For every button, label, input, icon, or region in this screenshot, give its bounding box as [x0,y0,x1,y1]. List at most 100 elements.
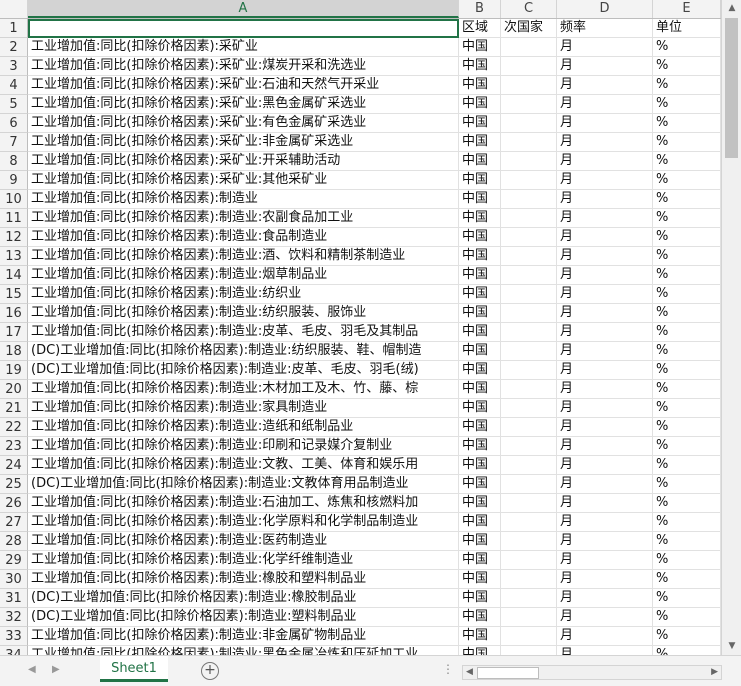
column-header-c[interactable]: C [501,0,557,18]
cell-c[interactable] [501,38,557,57]
row-header[interactable]: 3 [0,57,28,76]
cell-d[interactable]: 月 [557,76,653,95]
cell-d[interactable]: 月 [557,247,653,266]
cell-c[interactable]: 次国家 [501,19,557,38]
cell-c[interactable] [501,247,557,266]
cell-c[interactable] [501,608,557,627]
row-header[interactable]: 33 [0,627,28,646]
cell-b[interactable]: 中国 [459,114,501,133]
cell-e[interactable]: % [653,437,721,456]
row-header[interactable]: 29 [0,551,28,570]
cell-b[interactable]: 中国 [459,133,501,152]
cell-c[interactable] [501,171,557,190]
row-header[interactable]: 19 [0,361,28,380]
row-header[interactable]: 11 [0,209,28,228]
cell-e[interactable]: % [653,627,721,646]
horizontal-scroll-thumb[interactable] [477,667,539,679]
cell-e[interactable]: % [653,456,721,475]
cell-a[interactable]: 工业增加值:同比(扣除价格因素):采矿业:其他采矿业 [28,171,459,190]
cell-d[interactable]: 月 [557,475,653,494]
cell-b[interactable]: 中国 [459,513,501,532]
cell-e[interactable]: % [653,304,721,323]
cell-b[interactable]: 中国 [459,589,501,608]
cell-a[interactable]: 工业增加值:同比(扣除价格因素):制造业:烟草制品业 [28,266,459,285]
scroll-down-arrow-icon[interactable]: ▼ [722,638,741,655]
cell-e[interactable]: % [653,589,721,608]
cell-c[interactable] [501,418,557,437]
cell-d[interactable]: 月 [557,285,653,304]
cell-e[interactable]: % [653,380,721,399]
row-header[interactable]: 8 [0,152,28,171]
cell-a[interactable]: 工业增加值:同比(扣除价格因素):制造业:化学原料和化学制品制造业 [28,513,459,532]
cell-a[interactable]: 工业增加值:同比(扣除价格因素):制造业:化学纤维制造业 [28,551,459,570]
cell-a[interactable]: 工业增加值:同比(扣除价格因素):采矿业:黑色金属矿采选业 [28,95,459,114]
row-header[interactable]: 1 [0,19,28,38]
cell-e[interactable]: % [653,57,721,76]
row-header[interactable]: 5 [0,95,28,114]
cell-b[interactable]: 中国 [459,323,501,342]
row-header[interactable]: 12 [0,228,28,247]
cell-a[interactable]: 工业增加值:同比(扣除价格因素):采矿业:有色金属矿采选业 [28,114,459,133]
cell-b[interactable]: 中国 [459,418,501,437]
cell-a[interactable]: 工业增加值:同比(扣除价格因素):制造业:文教、工美、体育和娱乐用 [28,456,459,475]
cell-d[interactable]: 月 [557,133,653,152]
cell-d[interactable]: 月 [557,380,653,399]
active-cell-a1[interactable] [28,19,459,38]
row-header[interactable]: 20 [0,380,28,399]
cell-d[interactable]: 月 [557,57,653,76]
cell-c[interactable] [501,342,557,361]
cell-c[interactable] [501,361,557,380]
cell-c[interactable] [501,190,557,209]
cell-a[interactable]: 工业增加值:同比(扣除价格因素):制造业:农副食品加工业 [28,209,459,228]
row-header[interactable]: 6 [0,114,28,133]
row-header[interactable]: 7 [0,133,28,152]
cell-c[interactable] [501,399,557,418]
cell-d[interactable]: 月 [557,114,653,133]
cell-b[interactable]: 中国 [459,57,501,76]
cell-a[interactable]: 工业增加值:同比(扣除价格因素):采矿业:非金属矿采选业 [28,133,459,152]
cell-c[interactable] [501,323,557,342]
cell-b[interactable]: 中国 [459,551,501,570]
cell-e[interactable]: % [653,551,721,570]
row-header[interactable]: 15 [0,285,28,304]
cell-b[interactable]: 中国 [459,285,501,304]
cell-c[interactable] [501,209,557,228]
cell-c[interactable] [501,133,557,152]
cell-b[interactable]: 中国 [459,456,501,475]
cell-b[interactable]: 中国 [459,304,501,323]
column-header-b[interactable]: B [459,0,501,18]
cell-a[interactable]: (DC)工业增加值:同比(扣除价格因素):制造业:文教体育用品制造业 [28,475,459,494]
column-header-a[interactable]: A [28,0,459,18]
cell-e[interactable]: % [653,513,721,532]
cell-a[interactable]: 工业增加值:同比(扣除价格因素):采矿业:开采辅助活动 [28,152,459,171]
row-header[interactable]: 22 [0,418,28,437]
cell-e[interactable]: % [653,133,721,152]
prev-sheet-icon[interactable]: ◀ [28,664,36,675]
cell-e[interactable]: % [653,570,721,589]
cell-e[interactable]: % [653,190,721,209]
row-header[interactable]: 21 [0,399,28,418]
row-header[interactable]: 2 [0,38,28,57]
scroll-left-arrow-icon[interactable]: ◀ [466,666,473,679]
cell-c[interactable] [501,646,557,655]
horizontal-scrollbar[interactable]: ◀ ▶ [462,665,722,680]
row-header[interactable]: 16 [0,304,28,323]
cell-a[interactable]: 工业增加值:同比(扣除价格因素):制造业:印刷和记录媒介复制业 [28,437,459,456]
cell-d[interactable]: 月 [557,361,653,380]
cell-b[interactable]: 中国 [459,437,501,456]
row-header[interactable]: 30 [0,570,28,589]
cell-d[interactable]: 月 [557,152,653,171]
cell-e[interactable]: % [653,342,721,361]
cell-d[interactable]: 月 [557,190,653,209]
cell-a[interactable]: 工业增加值:同比(扣除价格因素):制造业:纺织业 [28,285,459,304]
cell-a[interactable]: 工业增加值:同比(扣除价格因素):制造业:家具制造业 [28,399,459,418]
cell-b[interactable]: 中国 [459,247,501,266]
cell-c[interactable] [501,570,557,589]
row-header[interactable]: 26 [0,494,28,513]
cell-e[interactable]: % [653,399,721,418]
cell-b[interactable]: 中国 [459,646,501,655]
row-header[interactable]: 10 [0,190,28,209]
cell-c[interactable] [501,627,557,646]
cell-c[interactable] [501,380,557,399]
cell-c[interactable] [501,513,557,532]
